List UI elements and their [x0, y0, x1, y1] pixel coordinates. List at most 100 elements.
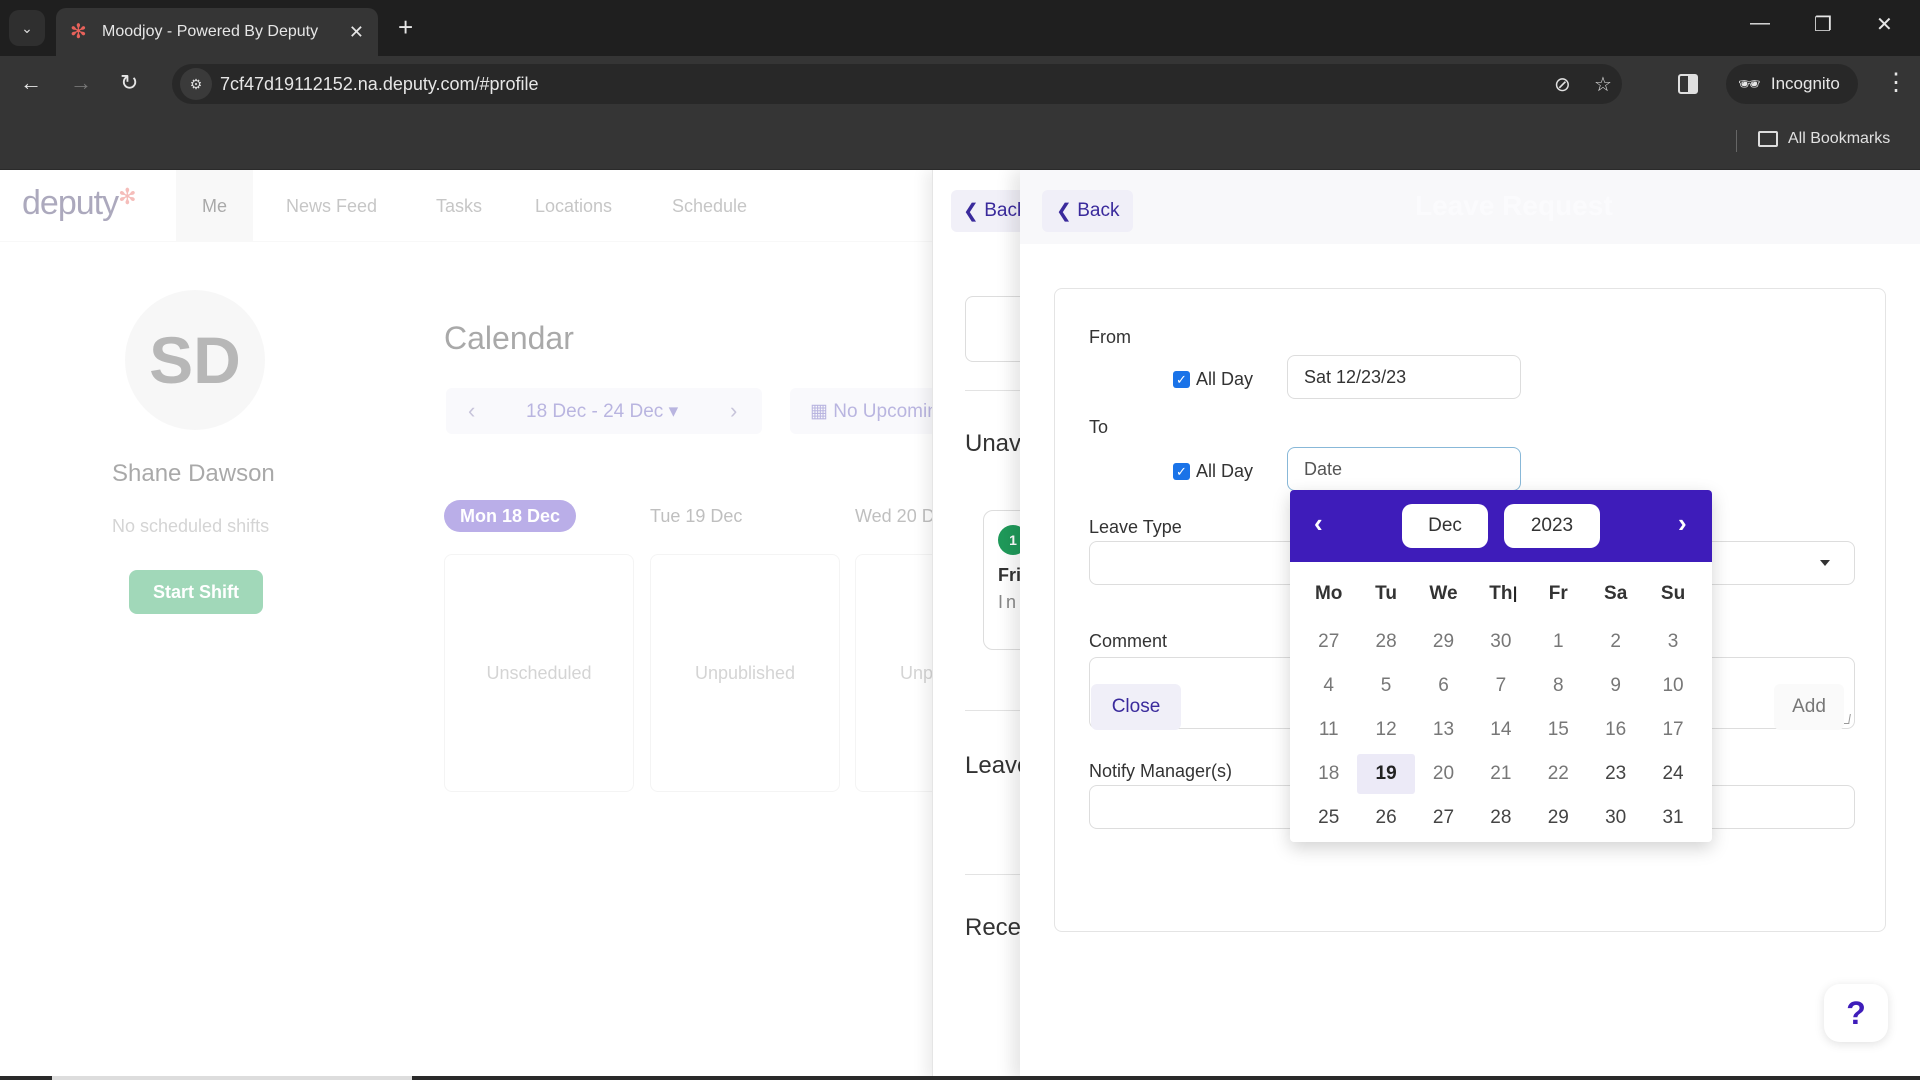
kebab-menu-icon[interactable]: ⋮	[1884, 68, 1908, 97]
upcoming-button[interactable]: ▦ No Upcoming	[790, 388, 940, 434]
browser-toolbar: ← → ↻ ⚙ 7cf47d19112152.na.deputy.com/#pr…	[0, 56, 1920, 112]
datepicker-header: ‹ Dec 2023 ›	[1290, 490, 1712, 562]
day-cell[interactable]: 23	[1587, 763, 1644, 785]
from-date-input[interactable]: Sat 12/23/23	[1287, 355, 1521, 399]
day-cell[interactable]: 26	[1357, 807, 1414, 829]
tune-icon[interactable]: ⚙	[180, 68, 212, 100]
day-cell[interactable]: 15	[1530, 719, 1587, 741]
month-select[interactable]: Dec	[1402, 504, 1488, 548]
day-cell[interactable]: 13	[1415, 719, 1472, 741]
url-text[interactable]: 7cf47d19112152.na.deputy.com/#profile	[220, 74, 539, 95]
weekday-header: Sa	[1604, 583, 1628, 604]
day-tab[interactable]: Mon 18 Dec	[444, 500, 577, 532]
day-cell[interactable]: 28	[1357, 631, 1414, 653]
day-cell[interactable]: 19	[1357, 754, 1415, 794]
horizontal-scrollbar[interactable]	[52, 1076, 412, 1080]
day-card[interactable]: Unscheduled	[444, 554, 634, 792]
deputy-logo: deputy✻	[22, 184, 137, 222]
day-card[interactable]: Unpublished	[650, 554, 840, 792]
nav-locations[interactable]: Locations	[535, 170, 612, 242]
day-cell[interactable]: 18	[1300, 763, 1357, 785]
day-cell[interactable]: 31	[1644, 807, 1701, 829]
day-cell[interactable]: 24	[1644, 763, 1701, 785]
incognito-label: Incognito	[1770, 74, 1840, 93]
day-cell[interactable]: 6	[1415, 675, 1472, 697]
weekday-header: Mo	[1314, 583, 1343, 604]
reload-icon[interactable]: ↻	[120, 70, 138, 96]
day-cell[interactable]: 21	[1472, 763, 1529, 785]
add-button[interactable]: Add	[1774, 684, 1844, 730]
weekday-header: Fr	[1548, 583, 1568, 604]
day-cell[interactable]: 29	[1530, 807, 1587, 829]
day-cell[interactable]: 28	[1472, 807, 1529, 829]
calendar-title: Calendar	[444, 320, 574, 356]
side-panel-icon[interactable]	[1678, 74, 1698, 94]
chevron-left-icon[interactable]: ‹	[468, 398, 475, 424]
window-close-icon[interactable]: ✕	[1876, 12, 1893, 37]
day-cell[interactable]: 2	[1587, 631, 1644, 653]
nav-news-feed[interactable]: News Feed	[286, 170, 377, 242]
next-month-icon[interactable]: ›	[1678, 508, 1687, 539]
start-shift-button[interactable]: Start Shift	[129, 570, 263, 614]
forward-arrow-icon[interactable]: →	[70, 70, 92, 96]
from-label: From	[1089, 327, 1131, 347]
weekday-header: We	[1429, 583, 1458, 604]
leave-type-label: Leave Type	[1089, 517, 1182, 537]
all-bookmarks-button[interactable]: All Bookmarks	[1758, 130, 1890, 148]
restore-icon[interactable]: ❐	[1814, 12, 1832, 37]
help-button[interactable]: ?	[1824, 984, 1888, 1042]
day-cell[interactable]: 14	[1472, 719, 1529, 741]
day-cell[interactable]: 20	[1415, 763, 1472, 785]
panel-header: ❮ Back Leave Request	[1020, 170, 1920, 244]
minimize-icon[interactable]: —	[1750, 12, 1770, 35]
day-cell[interactable]: 10	[1644, 675, 1701, 697]
checkmark-icon: ✓	[1173, 463, 1190, 480]
week-row: 4 5 6 7 8 9 10	[1300, 664, 1702, 708]
nav-tasks[interactable]: Tasks	[436, 170, 482, 242]
day-cell[interactable]: 11	[1300, 719, 1357, 741]
close-button[interactable]: Close	[1091, 684, 1181, 730]
day-cell[interactable]: 16	[1587, 719, 1644, 741]
datepicker-grid: Mo Tu We Th Fr Sa Su 27 28 29 30 1 2 3 4 5 6 7 8 9 10 11 12 13…	[1300, 568, 1702, 840]
from-all-day-checkbox[interactable]: ✓ All Day	[1173, 369, 1253, 390]
day-cell[interactable]: 3	[1644, 631, 1701, 653]
chevron-right-icon[interactable]: ›	[730, 398, 737, 424]
bookmarks-divider	[1736, 130, 1737, 152]
incognito-button[interactable]: 🕶 Incognito	[1726, 64, 1858, 104]
deputy-star-icon: ✻	[118, 184, 136, 209]
weekday-row: Mo Tu We Th Fr Sa Su	[1300, 568, 1702, 620]
back-button[interactable]: ❮ Back	[1042, 190, 1134, 232]
nav-me[interactable]: Me	[176, 170, 254, 242]
tab-close-icon[interactable]: ✕	[349, 22, 364, 43]
eye-off-icon[interactable]: ⊘	[1554, 72, 1571, 97]
day-cell[interactable]: 17	[1644, 719, 1701, 741]
tab-search-button[interactable]: ⌄	[9, 10, 45, 46]
week-range-dropdown[interactable]: 18 Dec - 24 Dec ▾	[526, 400, 678, 423]
new-tab-button[interactable]: +	[398, 12, 413, 43]
star-icon[interactable]: ☆	[1594, 72, 1612, 97]
day-cell[interactable]: 5	[1357, 675, 1414, 697]
day-cell[interactable]: 29	[1415, 631, 1472, 653]
address-bar[interactable]: ⚙ 7cf47d19112152.na.deputy.com/#profile …	[172, 64, 1622, 104]
prev-month-icon[interactable]: ‹	[1314, 508, 1323, 539]
day-cell[interactable]: 30	[1587, 807, 1644, 829]
day-tab[interactable]: Tue 19 Dec	[650, 500, 742, 532]
folder-icon	[1758, 131, 1778, 147]
day-cell[interactable]: 9	[1587, 675, 1644, 697]
day-cell[interactable]: 27	[1415, 807, 1472, 829]
day-cell[interactable]: 22	[1530, 763, 1587, 785]
back-arrow-icon[interactable]: ←	[20, 70, 42, 96]
year-select[interactable]: 2023	[1504, 504, 1600, 548]
day-cell[interactable]: 7	[1472, 675, 1529, 697]
day-cell[interactable]: 1	[1530, 631, 1587, 653]
browser-tab[interactable]: ✻ Moodjoy - Powered By Deputy ✕	[56, 8, 378, 56]
day-cell[interactable]: 30	[1472, 631, 1529, 653]
day-cell[interactable]: 8	[1530, 675, 1587, 697]
day-cell[interactable]: 25	[1300, 807, 1357, 829]
day-cell[interactable]: 4	[1300, 675, 1357, 697]
day-cell[interactable]: 27	[1300, 631, 1357, 653]
to-date-input[interactable]: Date	[1287, 447, 1521, 491]
to-all-day-checkbox[interactable]: ✓ All Day	[1173, 461, 1253, 482]
nav-schedule[interactable]: Schedule	[672, 170, 747, 242]
day-cell[interactable]: 12	[1357, 719, 1414, 741]
